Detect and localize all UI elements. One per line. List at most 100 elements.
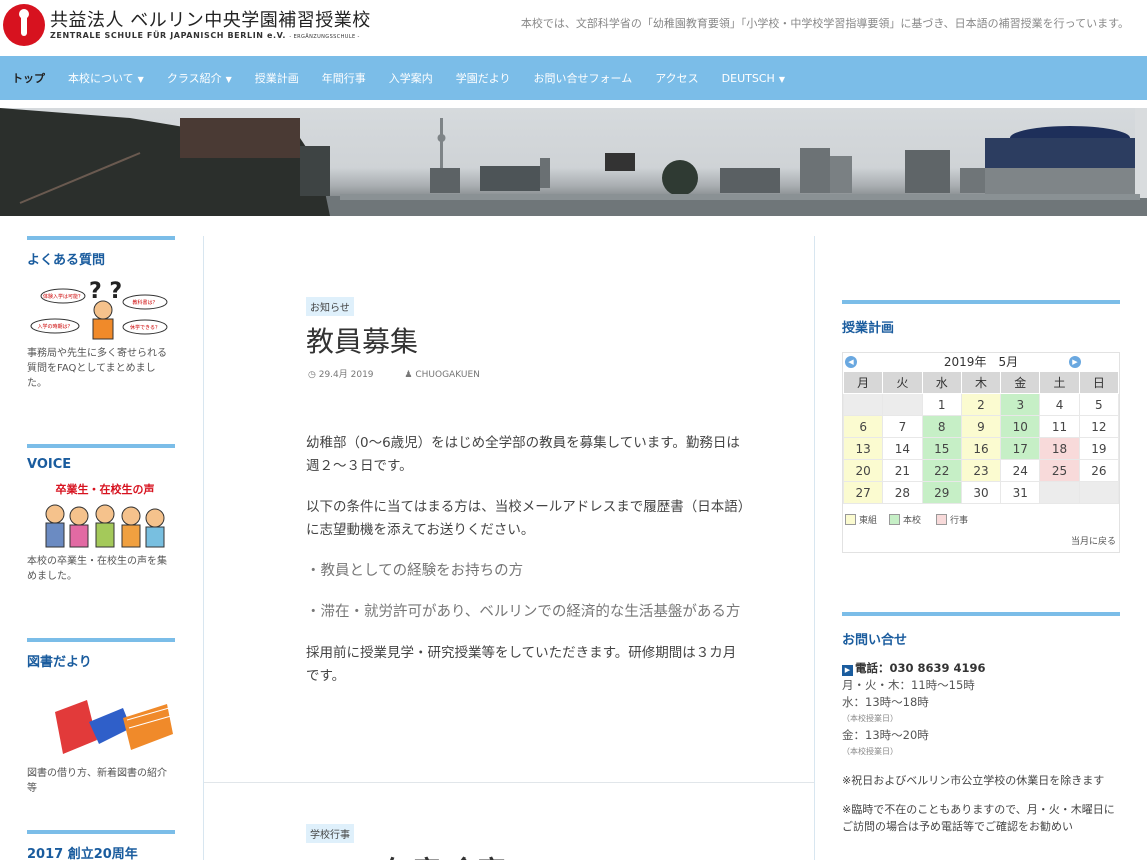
post-title[interactable]: 教員募集 (306, 320, 418, 360)
calendar-day[interactable]: 17 (1000, 437, 1041, 460)
calendar-day[interactable]: 30 (960, 481, 1002, 504)
calendar-day[interactable]: 16 (960, 437, 1002, 460)
contact-remark: ※臨時で不在のこともありますので、月・火・木曜日にご訪問の場合は予め電話等でご確… (842, 803, 1115, 833)
calendar-day[interactable]: 6 (842, 415, 884, 438)
post-date-text: 29.4月 2019 (318, 370, 374, 380)
books-illustration[interactable] (27, 692, 175, 762)
contact-phone-text: 電話：030 8639 4196 (855, 661, 986, 675)
calendar-day[interactable]: 3 (1000, 393, 1041, 416)
voice-title[interactable]: VOICE (27, 457, 175, 472)
calendar-day[interactable]: 1 (921, 393, 962, 416)
calendar-day[interactable]: 26 (1078, 459, 1120, 482)
widget-divider (27, 236, 175, 240)
calendar-day[interactable]: 9 (960, 415, 1002, 438)
faq-bubble-1: 体験入学は可能？ (43, 293, 83, 300)
calendar-week-row: 12345 (842, 393, 1120, 416)
legend-item: 東組 (845, 513, 877, 526)
post-paragraph: 幼稚部（0～6歳児）をはじめ全学部の教員を募集しています。勤務日は週２～３日です… (306, 435, 740, 474)
calendar-day[interactable]: 11 (1039, 415, 1080, 438)
weekday-header: 火 (882, 371, 923, 394)
site-header: 共益法人 ベルリン中央学園補習授業校 ZENTRALE SCHULE FÜR J… (0, 0, 1147, 56)
calendar-title[interactable]: 授業計画 (842, 317, 1120, 336)
nav-item-about[interactable]: 本校について ▼ (68, 70, 144, 86)
nav-item-newsletter[interactable]: 学園だより (456, 70, 511, 86)
faq-illustration[interactable]: ? ? 体験入学は可能？ 教科書は？ 入学の時期は？ 休学できる？ (27, 279, 175, 342)
calendar-day[interactable]: 27 (842, 481, 884, 504)
post-date[interactable]: ◷ 29.4月 2019 (308, 370, 388, 380)
nav-item-admission[interactable]: 入学案内 (389, 70, 433, 86)
caret-down-icon: ▼ (778, 74, 785, 84)
back-to-current-month-link[interactable]: 当月に戻る (843, 534, 1119, 552)
school-logo-icon[interactable] (3, 4, 45, 46)
calendar-day[interactable]: 10 (1000, 415, 1041, 438)
nav-label: 学園だより (455, 72, 511, 85)
nav-item-deutsch[interactable]: DEUTSCH ▼ (722, 72, 785, 85)
calendar-day[interactable]: 2 (960, 393, 1002, 416)
next-month-icon[interactable]: ▶ (1069, 356, 1081, 368)
post-author[interactable]: ♟ CHUOGAKUEN (404, 370, 493, 380)
post-category-badge[interactable]: 学校行事 (306, 824, 354, 843)
post-divider (204, 782, 814, 783)
calendar-day[interactable]: 12 (1078, 415, 1120, 438)
calendar-day[interactable]: 24 (1000, 459, 1041, 482)
nav-label: DEUTSCH (721, 71, 775, 85)
widget-divider (27, 638, 175, 642)
calendar-day[interactable]: 15 (921, 437, 962, 460)
post-title[interactable]: 2019年度 全室 (306, 850, 506, 860)
calendar-day[interactable]: 20 (842, 459, 884, 482)
calendar-day[interactable]: 25 (1039, 459, 1080, 482)
faq-bubble-4: 休学できる？ (130, 324, 160, 331)
play-icon: ▶ (842, 665, 853, 676)
calendar-day[interactable]: 7 (882, 415, 923, 438)
calendar-day[interactable]: 23 (960, 459, 1002, 482)
nav-item-contact-form[interactable]: お問い合せフォーム (534, 70, 633, 86)
anniversary-title[interactable]: 2017 創立20周年 (27, 843, 175, 860)
weekday-header: 日 (1078, 371, 1120, 394)
legend-swatch (889, 514, 900, 525)
nav-item-top[interactable]: トップ (12, 70, 45, 86)
site-subtitle-de: ZENTRALE SCHULE FÜR JAPANISCH BERLIN e.V… (50, 31, 287, 40)
widget-divider (842, 300, 1120, 304)
calendar-day[interactable]: 28 (882, 481, 923, 504)
calendar-day[interactable]: 19 (1078, 437, 1120, 460)
nav-item-classes[interactable]: クラス紹介 ▼ (167, 70, 232, 86)
faq-bubble-3: 入学の時期は？ (37, 323, 72, 330)
voice-illustration[interactable]: 卒業生・在校生の声 (27, 482, 175, 550)
nav-label: アクセス (655, 72, 699, 85)
contact-phone[interactable]: ▶ 電話：030 8639 4196 (842, 660, 1120, 677)
voice-description: 本校の卒業生・在校生の声を集めました。 (27, 556, 167, 582)
calendar-body: 1 2 3 4 5 6 7 8 9 10 11 12 13 14 15 16 17 18 19 20 21 22 23 24 2… (842, 393, 1120, 504)
site-title[interactable]: 共益法人 ベルリン中央学園補習授業校 (50, 6, 371, 32)
contact-title[interactable]: お問い合せ (842, 629, 1120, 648)
contact-widget: お問い合せ ▶ 電話：030 8639 4196 月・火・木：11時～15時 水：… (842, 612, 1120, 835)
faq-description: 事務局や先生に多く寄せられる質問をFAQとしてまとめました。 (27, 348, 167, 389)
calendar-day[interactable]: 14 (882, 437, 923, 460)
nav-label: 入学案内 (388, 72, 433, 85)
calendar-day[interactable]: 4 (1039, 393, 1080, 416)
post-category-badge[interactable]: お知らせ (306, 297, 354, 316)
voice-widget: VOICE 卒業生・在校生の声 本校の卒業生・在校生の声を集めました。 (27, 444, 175, 584)
nav-item-lesson-plan[interactable]: 授業計画 (255, 70, 299, 86)
calendar-day[interactable]: 13 (842, 437, 884, 460)
calendar-day[interactable]: 8 (921, 415, 962, 438)
calendar-day[interactable]: 18 (1039, 437, 1080, 460)
nav-item-access[interactable]: アクセス (655, 70, 698, 86)
legend-item: 行事 (936, 513, 968, 526)
nav-label: 本校について (68, 72, 134, 85)
nav-item-annual-events[interactable]: 年間行事 (322, 70, 366, 86)
weekday-header: 土 (1039, 371, 1080, 394)
calendar-day[interactable]: 5 (1078, 393, 1120, 416)
calendar-day[interactable]: 29 (921, 481, 962, 504)
prev-month-icon[interactable]: ◀ (845, 356, 857, 368)
library-title[interactable]: 図書だより (27, 651, 175, 670)
calendar-day[interactable]: 21 (882, 459, 923, 482)
contact-hours: 月・火・木：11時～15時 (842, 678, 975, 692)
library-widget: 図書だより 図書の借り方、新着図書の紹介等 (27, 638, 175, 796)
nav-label: 授業計画 (254, 72, 299, 85)
site-subtitle: ZENTRALE SCHULE FÜR JAPANISCH BERLIN e.V… (50, 31, 360, 40)
calendar-day[interactable]: 22 (921, 459, 962, 482)
faq-title[interactable]: よくある質問 (27, 249, 175, 268)
calendar-day[interactable]: 31 (1000, 481, 1041, 504)
nav-label: 年間行事 (321, 72, 366, 85)
caret-down-icon: ▼ (225, 75, 232, 84)
